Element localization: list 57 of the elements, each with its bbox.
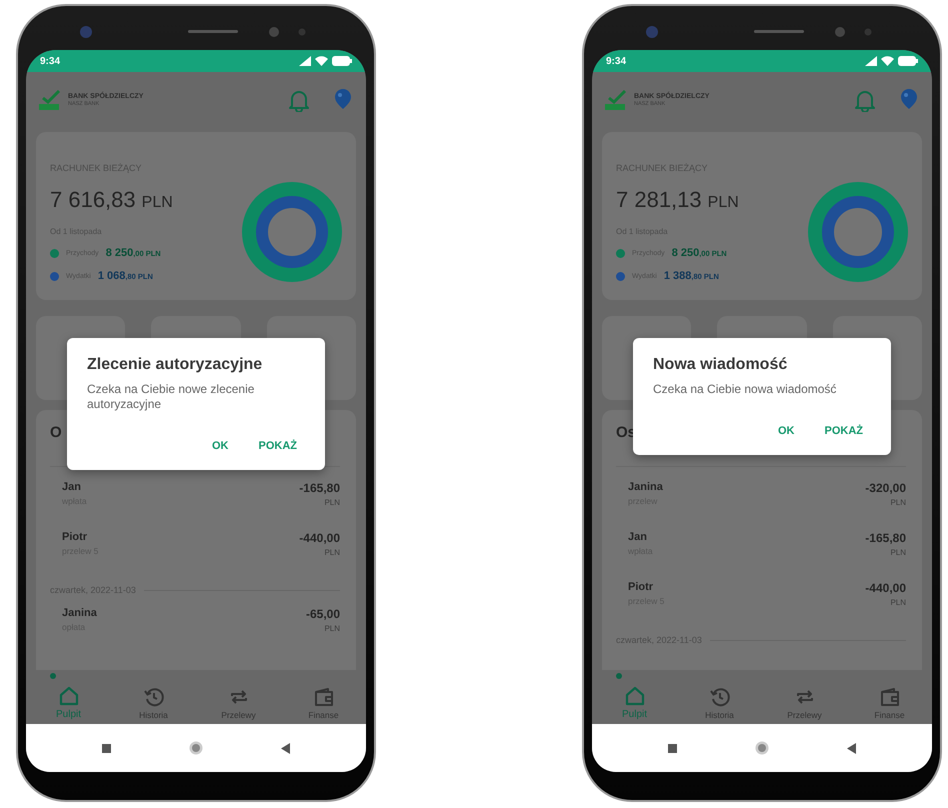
dialog-button[interactable]: OK xyxy=(770,419,802,443)
dialog-button[interactable]: POKAŻ xyxy=(250,434,305,458)
nav-tab[interactable]: Pulpit xyxy=(26,670,111,724)
home-icon xyxy=(58,685,80,707)
transaction-amount: -65,00 xyxy=(306,607,340,621)
transaction-name: Janina xyxy=(62,607,97,619)
transaction-currency: PLN xyxy=(324,624,340,633)
battery-icon xyxy=(332,56,352,66)
transaction-amount: -320,00 xyxy=(865,481,906,495)
home-circle-icon[interactable] xyxy=(755,741,769,755)
wallet-icon xyxy=(878,686,900,708)
signal-icon xyxy=(865,56,877,66)
history-icon xyxy=(708,686,730,708)
transaction-name: Piotr xyxy=(62,531,88,543)
transaction-name: Jan xyxy=(628,531,648,543)
transaction-currency: PLN xyxy=(324,498,340,507)
recents-icon[interactable] xyxy=(102,744,111,752)
balance-currency: PLN xyxy=(142,194,173,212)
signal-icon xyxy=(299,56,311,66)
dialog-button[interactable]: OK xyxy=(204,434,236,458)
back-icon[interactable] xyxy=(281,742,290,754)
logo-icon xyxy=(604,90,628,110)
dialog-title: Zlecenie autoryzacyjne xyxy=(87,356,264,374)
account-balance: 7 616,83 xyxy=(50,187,136,213)
transaction-currency: PLN xyxy=(324,548,340,557)
home-circle-icon[interactable] xyxy=(189,741,203,755)
recents-icon[interactable] xyxy=(668,744,677,752)
dialog-button[interactable]: POKAŻ xyxy=(816,419,871,443)
dialog-title: Nowa wiadomość xyxy=(653,356,788,374)
transaction-name: Piotr xyxy=(628,581,654,593)
transaction-currency: PLN xyxy=(890,598,906,607)
battery-icon xyxy=(898,56,918,66)
home-icon xyxy=(624,685,646,707)
history-icon xyxy=(142,686,164,708)
back-icon[interactable] xyxy=(847,742,856,754)
wallet-icon xyxy=(312,686,334,708)
logo-icon xyxy=(38,90,62,110)
dialog-message: Czeka na Ciebie nowa wiadomość xyxy=(653,382,838,397)
indicator-dot xyxy=(50,673,56,679)
account-balance: 7 281,13 xyxy=(616,187,702,213)
indicator-dot xyxy=(616,673,622,679)
status-time: 9:34 xyxy=(606,56,626,66)
transaction-amount: -440,00 xyxy=(865,581,906,595)
nav-tab[interactable]: Pulpit xyxy=(592,670,677,724)
wifi-icon xyxy=(881,56,894,66)
transaction-name: Janina xyxy=(628,481,663,493)
status-time: 9:34 xyxy=(40,56,60,66)
transaction-name: Jan xyxy=(62,481,82,493)
transaction-amount: -165,80 xyxy=(865,531,906,545)
dialog-message: Czeka na Ciebie nowe zlecenie autoryzacyjne xyxy=(87,382,256,412)
transaction-currency: PLN xyxy=(890,498,906,507)
transaction-currency: PLN xyxy=(890,548,906,557)
transaction-amount: -165,80 xyxy=(299,481,340,495)
balance-currency: PLN xyxy=(708,194,739,212)
wifi-icon xyxy=(315,56,328,66)
transactions-heading: O xyxy=(50,424,62,443)
transaction-amount: -440,00 xyxy=(299,531,340,545)
